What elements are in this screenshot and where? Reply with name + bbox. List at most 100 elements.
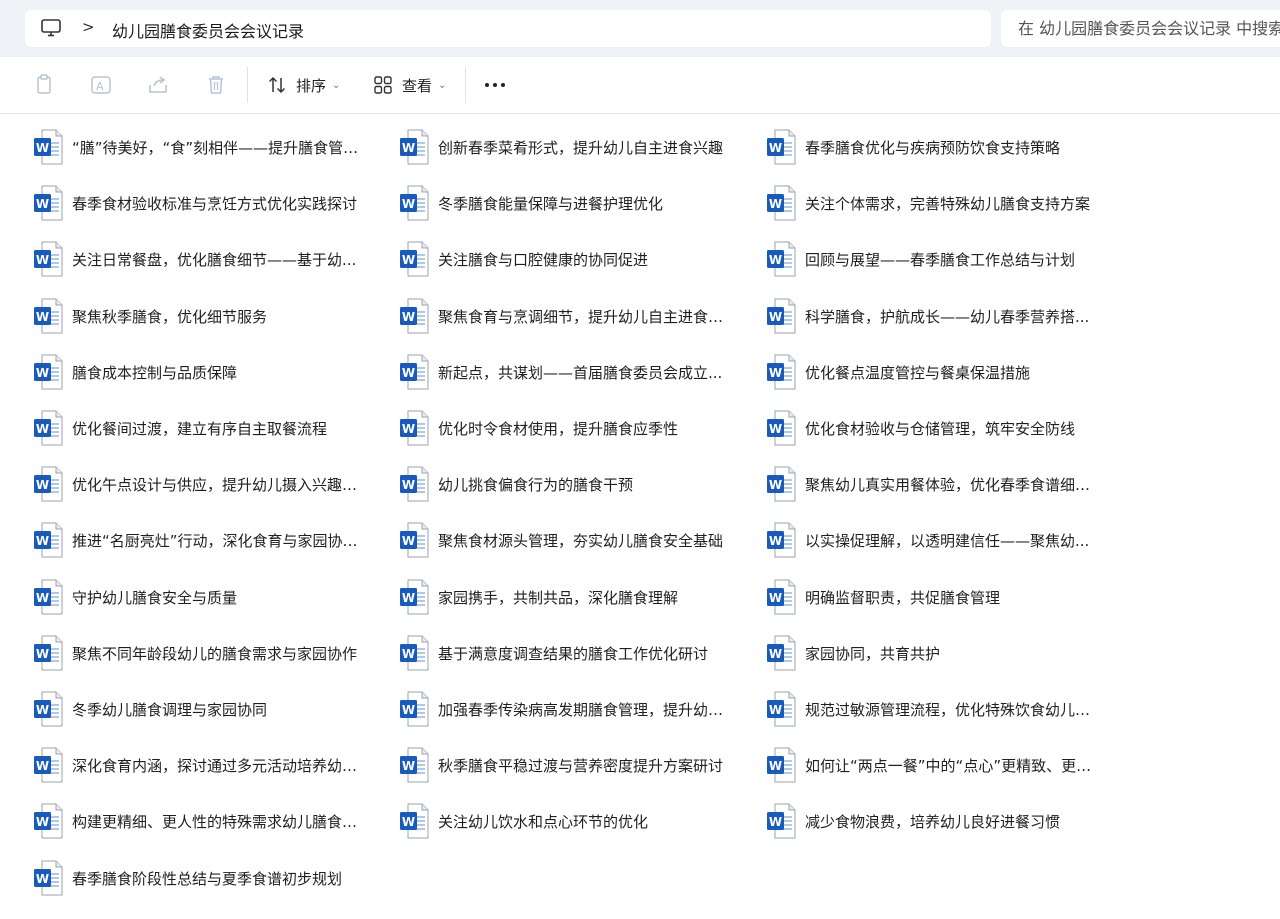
file-item[interactable]: W 新起点，共谋划——首届膳食委员会成立... [399, 352, 728, 392]
svg-text:W: W [769, 478, 782, 492]
word-document-icon: W [767, 298, 796, 334]
word-document-icon: W [400, 522, 429, 558]
file-item[interactable]: W 膳食成本控制与品质保障 [33, 352, 362, 392]
file-item[interactable]: W 聚焦不同年龄段幼儿的膳食需求与家园协作 [33, 633, 362, 673]
file-name: 聚焦不同年龄段幼儿的膳食需求与家园协作 [72, 644, 358, 663]
word-document-icon: W [34, 522, 63, 558]
word-document-icon: W [34, 579, 63, 615]
file-item[interactable]: W 聚焦秋季膳食，优化细节服务 [33, 296, 362, 336]
svg-text:W: W [36, 534, 49, 548]
file-item[interactable]: W 明确监督职责，共促膳食管理 [766, 577, 1095, 617]
file-item[interactable]: W 幼儿挑食偏食行为的膳食干预 [399, 464, 728, 504]
svg-text:W: W [402, 534, 415, 548]
file-item[interactable]: W 聚焦食材源头管理，夯实幼儿膳食安全基础 [399, 520, 728, 560]
word-document-icon: W [400, 635, 429, 671]
file-item[interactable]: W 春季膳食阶段性总结与夏季食谱初步规划 [33, 858, 362, 898]
file-item[interactable]: W 优化午点设计与供应，提升幼儿摄入兴趣与... [33, 464, 362, 504]
file-item[interactable]: W 春季膳食优化与疾病预防饮食支持策略 [766, 127, 1095, 167]
file-item[interactable]: W 基于满意度调查结果的膳食工作优化研讨 [399, 633, 728, 673]
file-item[interactable]: W 关注个体需求，完善特殊幼儿膳食支持方案 [766, 183, 1095, 223]
file-item[interactable]: W 推进“名厨亮灶”行动，深化食育与家园协同... [33, 520, 362, 560]
svg-text:W: W [402, 703, 415, 717]
file-name: 加强春季传染病高发期膳食管理，提升幼儿... [438, 700, 728, 719]
file-item[interactable]: W 如何让“两点一餐”中的“点心”更精致、更有... [766, 745, 1095, 785]
file-name: 幼儿挑食偏食行为的膳食干预 [438, 475, 634, 494]
word-document-icon: W [767, 185, 796, 221]
file-name: 构建更精细、更人性的特殊需求幼儿膳食支... [72, 812, 362, 831]
word-document-icon: W [34, 129, 63, 165]
word-document-icon: W [767, 747, 796, 783]
file-item[interactable]: W 守护幼儿膳食安全与质量 [33, 577, 362, 617]
svg-text:W: W [36, 310, 49, 324]
file-item[interactable]: W 秋季膳食平稳过渡与营养密度提升方案研讨 [399, 745, 728, 785]
file-item[interactable]: W 聚焦食育与烹调细节，提升幼儿自主进食意... [399, 296, 728, 336]
word-document-icon: W [34, 803, 63, 839]
word-document-icon: W [400, 579, 429, 615]
svg-text:W: W [402, 759, 415, 773]
svg-text:W: W [769, 253, 782, 267]
file-name: 以实操促理解，以透明建信任——聚焦幼... [805, 531, 1090, 550]
file-item[interactable]: W 关注幼儿饮水和点心环节的优化 [399, 801, 728, 841]
file-name: 守护幼儿膳食安全与质量 [72, 588, 238, 607]
file-item[interactable]: W 以实操促理解，以透明建信任——聚焦幼... [766, 520, 1095, 560]
file-name: 优化时令食材使用，提升膳食应季性 [438, 419, 679, 438]
file-item[interactable]: W 加强春季传染病高发期膳食管理，提升幼儿... [399, 689, 728, 729]
word-document-icon: W [400, 185, 429, 221]
file-name: 创新春季菜肴形式，提升幼儿自主进食兴趣 [438, 138, 724, 157]
file-item[interactable]: W 构建更精细、更人性的特殊需求幼儿膳食支... [33, 801, 362, 841]
svg-text:W: W [402, 366, 415, 380]
file-name: 膳食成本控制与品质保障 [72, 363, 238, 382]
file-name: 优化午点设计与供应，提升幼儿摄入兴趣与... [72, 475, 362, 494]
svg-text:W: W [769, 310, 782, 324]
word-document-icon: W [767, 803, 796, 839]
file-item[interactable]: W 优化时令食材使用，提升膳食应季性 [399, 408, 728, 448]
svg-text:W: W [36, 366, 49, 380]
file-name: “膳”待美好，“食”刻相伴——提升膳食管理... [72, 138, 362, 157]
file-item[interactable]: W 优化餐点温度管控与餐桌保温措施 [766, 352, 1095, 392]
file-item[interactable]: W 规范过敏源管理流程，优化特殊饮食幼儿的... [766, 689, 1095, 729]
svg-text:W: W [402, 478, 415, 492]
svg-text:W: W [769, 647, 782, 661]
file-name: 基于满意度调查结果的膳食工作优化研讨 [438, 644, 709, 663]
file-name: 家园携手，共制共品，深化膳食理解 [438, 588, 679, 607]
file-name: 关注膳食与口腔健康的协同促进 [438, 250, 649, 269]
file-item[interactable]: W 减少食物浪费，培养幼儿良好进餐习惯 [766, 801, 1095, 841]
file-item[interactable]: W 创新春季菜肴形式，提升幼儿自主进食兴趣 [399, 127, 728, 167]
word-document-icon: W [767, 635, 796, 671]
word-document-icon: W [34, 298, 63, 334]
word-document-icon: W [400, 466, 429, 502]
file-item[interactable]: W 家园协同，共育共护 [766, 633, 1095, 673]
word-document-icon: W [767, 241, 796, 277]
file-name: 优化餐点温度管控与餐桌保温措施 [805, 363, 1031, 382]
word-document-icon: W [400, 129, 429, 165]
svg-text:W: W [36, 647, 49, 661]
file-item[interactable]: W 冬季幼儿膳食调理与家园协同 [33, 689, 362, 729]
file-name: 如何让“两点一餐”中的“点心”更精致、更有... [805, 756, 1095, 775]
file-name: 关注个体需求，完善特殊幼儿膳食支持方案 [805, 194, 1091, 213]
file-item[interactable]: W 冬季膳食能量保障与进餐护理优化 [399, 183, 728, 223]
file-name: 减少食物浪费，培养幼儿良好进餐习惯 [805, 812, 1061, 831]
file-name: 关注幼儿饮水和点心环节的优化 [438, 812, 649, 831]
word-document-icon: W [400, 298, 429, 334]
file-item[interactable]: W “膳”待美好，“食”刻相伴——提升膳食管理... [33, 127, 362, 167]
svg-text:W: W [402, 253, 415, 267]
file-item[interactable]: W 春季食材验收标准与烹饪方式优化实践探讨 [33, 183, 362, 223]
file-item[interactable]: W 关注膳食与口腔健康的协同促进 [399, 239, 728, 279]
file-item[interactable]: W 家园携手，共制共品，深化膳食理解 [399, 577, 728, 617]
svg-text:W: W [769, 591, 782, 605]
file-item[interactable]: W 优化食材验收与仓储管理，筑牢安全防线 [766, 408, 1095, 448]
file-item[interactable]: W 关注日常餐盘，优化膳食细节——基于幼... [33, 239, 362, 279]
file-item[interactable]: W 优化餐间过渡，建立有序自主取餐流程 [33, 408, 362, 448]
word-document-icon: W [400, 803, 429, 839]
word-document-icon: W [767, 410, 796, 446]
word-document-icon: W [767, 579, 796, 615]
svg-text:W: W [769, 422, 782, 436]
file-item[interactable]: W 科学膳食，护航成长——幼儿春季营养搭... [766, 296, 1095, 336]
file-item[interactable]: W 回顾与展望——春季膳食工作总结与计划 [766, 239, 1095, 279]
file-item[interactable]: W 深化食育内涵，探讨通过多元活动培养幼儿... [33, 745, 362, 785]
file-item[interactable]: W 聚焦幼儿真实用餐体验，优化春季食谱细节... [766, 464, 1095, 504]
file-name: 关注日常餐盘，优化膳食细节——基于幼... [72, 250, 357, 269]
file-name: 推进“名厨亮灶”行动，深化食育与家园协同... [72, 531, 362, 550]
file-name: 新起点，共谋划——首届膳食委员会成立... [438, 363, 723, 382]
word-document-icon: W [34, 354, 63, 390]
